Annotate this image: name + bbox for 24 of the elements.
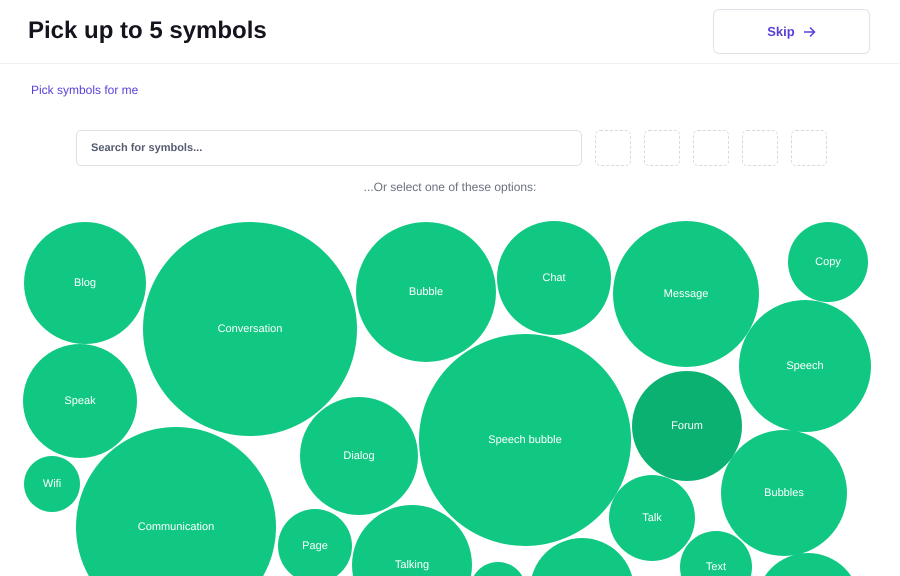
pick-for-me-link[interactable]: Pick symbols for me [31, 81, 138, 99]
symbol-bubble[interactable]: Bubble [356, 222, 496, 362]
symbol-bubble[interactable]: Communication [76, 427, 276, 576]
symbol-bubble[interactable]: Speech [739, 300, 871, 432]
symbol-bubble[interactable]: Chat [497, 221, 611, 335]
symbol-bubble[interactable]: Conversation [143, 222, 357, 436]
symbol-bubble[interactable]: Dialog [300, 397, 418, 515]
symbol-bubble[interactable]: Speech bubble [419, 334, 631, 546]
symbol-bubble[interactable]: Wifi [24, 456, 80, 512]
page-title: Pick up to 5 symbols [28, 17, 267, 46]
options-hint: ...Or select one of these options: [362, 179, 538, 196]
symbol-bubble[interactable]: Page [278, 509, 352, 576]
symbol-bubble[interactable]: Blog [24, 222, 146, 344]
skip-button[interactable]: Skip [713, 9, 870, 54]
symbol-bubble[interactable]: Talk [609, 475, 695, 561]
symbol-bubble[interactable]: Text [680, 531, 752, 576]
symbol-bubble[interactable]: Bubbles [721, 430, 847, 556]
symbol-bubble[interactable]: Forum [632, 371, 742, 481]
symbol-bubble[interactable]: Copy [788, 222, 868, 302]
symbol-bubble[interactable]: Message [613, 221, 759, 367]
symbol-bubble[interactable]: Talking [352, 505, 472, 576]
symbol-bubble[interactable]: Speak [23, 344, 137, 458]
arrow-right-icon [802, 26, 816, 38]
search-field[interactable]: Search for symbols... [76, 130, 582, 166]
